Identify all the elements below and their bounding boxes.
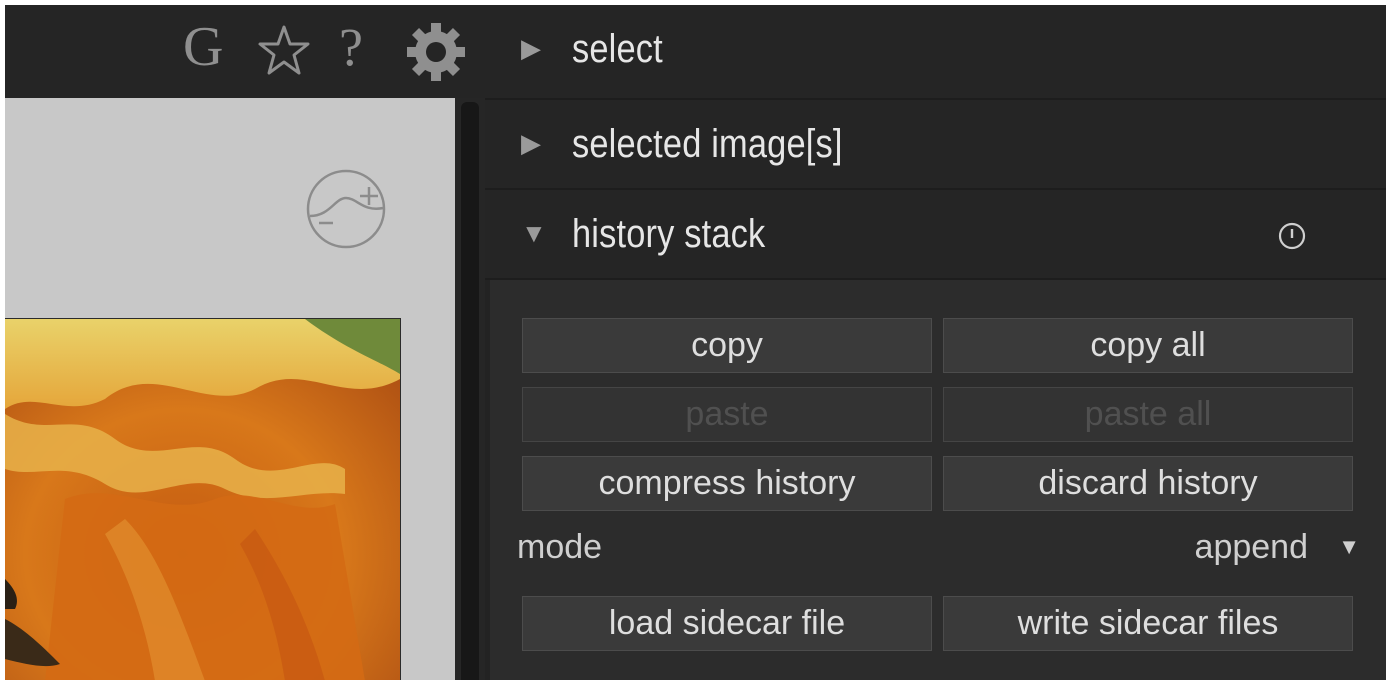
module-header-history-stack[interactable]: ▼ history stack: [485, 190, 1386, 280]
module-header-selected-images[interactable]: ▶ selected image[s]: [485, 100, 1386, 190]
reset-icon[interactable]: [1277, 221, 1307, 256]
module-title: selected image[s]: [572, 122, 843, 166]
mode-value: append: [1194, 528, 1308, 566]
mode-dropdown[interactable]: append ▼: [1150, 524, 1360, 570]
paste-button[interactable]: paste: [522, 387, 932, 442]
copy-button[interactable]: copy: [522, 318, 932, 373]
app-window: G ? ▶ select ▶ selected image[s] ▼ histo…: [5, 5, 1386, 680]
dropdown-arrow-icon: ▼: [1338, 534, 1360, 559]
panel-divider[interactable]: [455, 98, 485, 680]
right-panel: ▶ select ▶ selected image[s] ▼ history s…: [485, 5, 1386, 680]
module-title: history stack: [572, 212, 766, 256]
tone-curve-icon[interactable]: [305, 168, 387, 255]
help-icon[interactable]: ?: [339, 15, 363, 79]
center-view: [5, 98, 456, 680]
gear-icon[interactable]: [405, 21, 467, 88]
expand-arrow-icon: ▶: [521, 128, 541, 158]
module-header-select[interactable]: ▶ select: [485, 5, 1386, 100]
copy-all-button[interactable]: copy all: [943, 318, 1353, 373]
load-sidecar-button[interactable]: load sidecar file: [522, 596, 932, 651]
paste-all-button[interactable]: paste all: [943, 387, 1353, 442]
star-icon[interactable]: [257, 23, 311, 82]
collapse-arrow-icon: ▼: [521, 218, 547, 248]
history-stack-body: copy copy all paste paste all compress h…: [490, 280, 1386, 680]
divider-track: [461, 102, 479, 680]
grouping-icon[interactable]: G: [183, 15, 223, 79]
image-preview[interactable]: [5, 318, 401, 680]
mode-label: mode: [517, 528, 603, 566]
write-sidecar-button[interactable]: write sidecar files: [943, 596, 1353, 651]
top-toolbar: G ?: [5, 5, 485, 98]
discard-history-button[interactable]: discard history: [943, 456, 1353, 511]
compress-history-button[interactable]: compress history: [522, 456, 932, 511]
expand-arrow-icon: ▶: [521, 33, 541, 63]
module-title: select: [572, 27, 663, 71]
